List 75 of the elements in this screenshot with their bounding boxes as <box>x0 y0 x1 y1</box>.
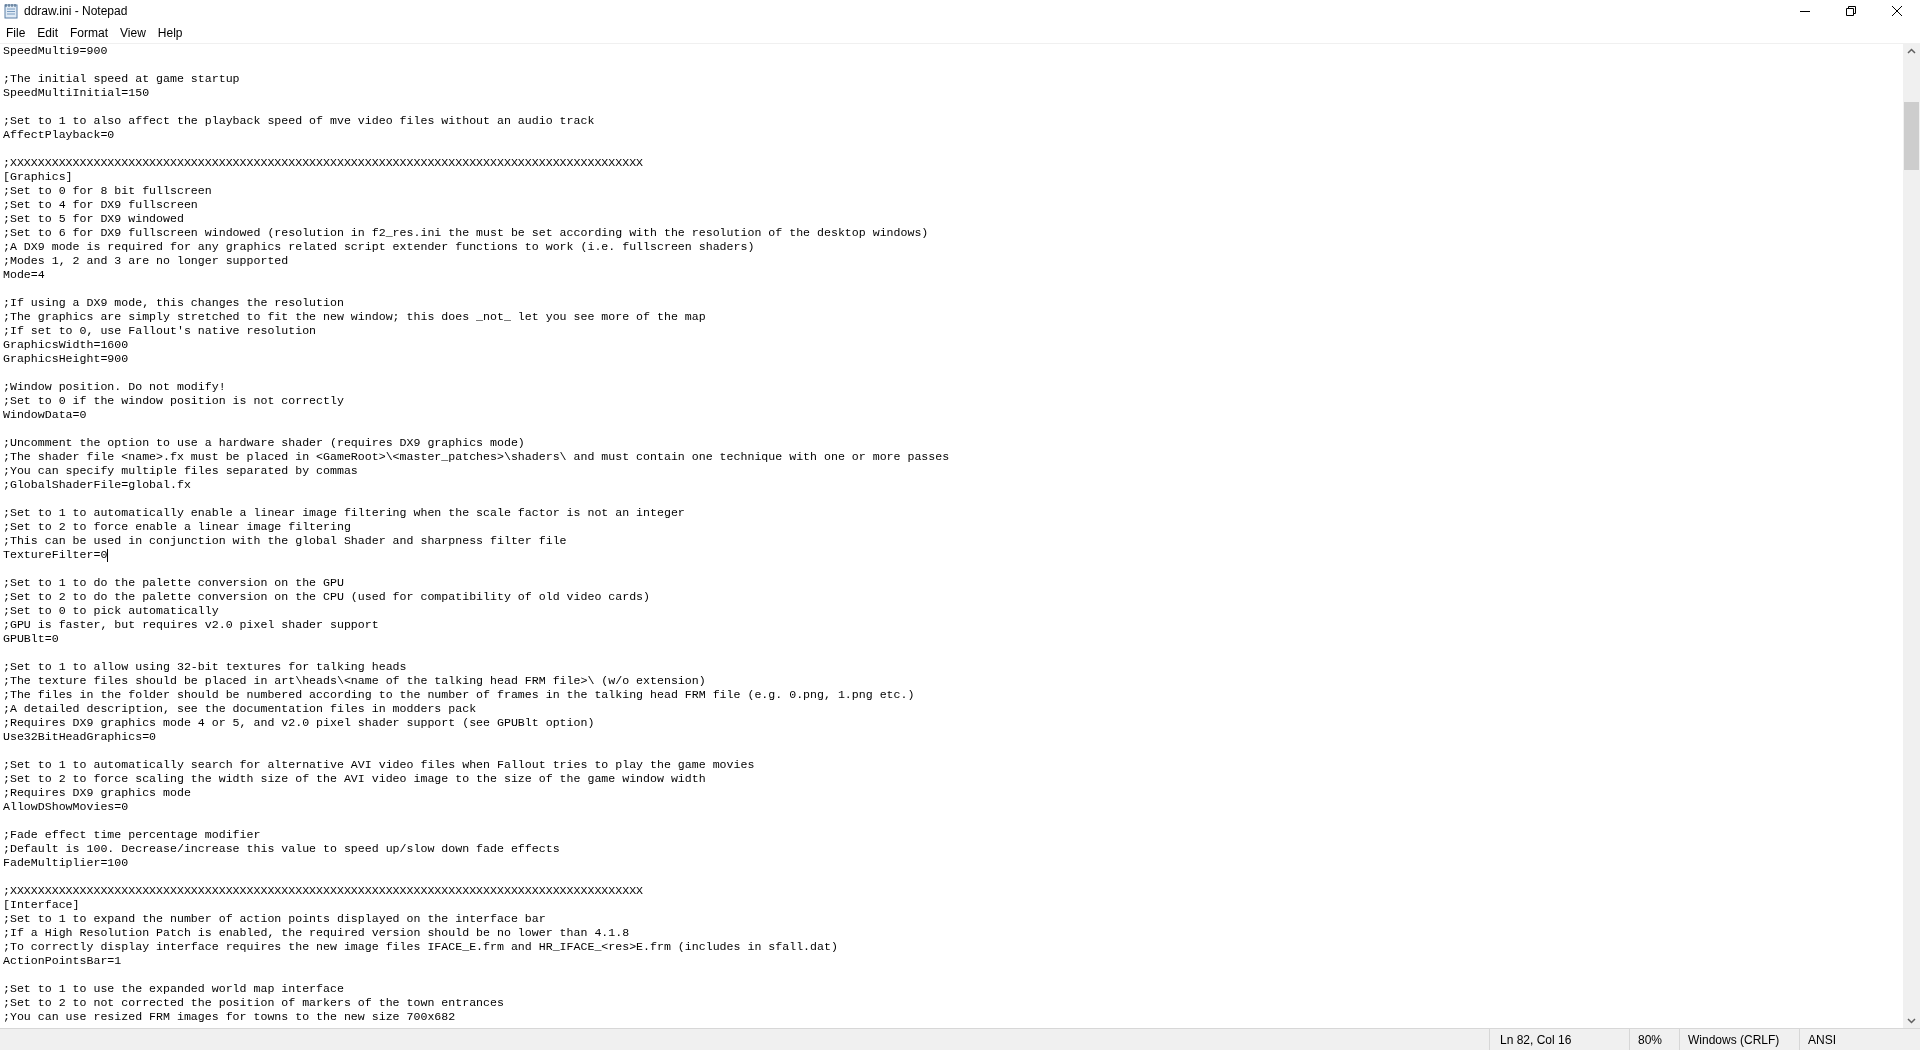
text-line: ;The shader file <name>.fx must be placed in <GameRoot>\<master_patches>\shaders\ and must contain one technique with one or more passes <box>3 450 950 464</box>
text-line: ;Set to 0 to pick automatically <box>3 604 219 618</box>
restore-icon <box>1846 6 1856 16</box>
text-line: AllowDShowMovies=0 <box>3 800 129 814</box>
close-icon <box>1892 6 1902 16</box>
encoding: ANSI <box>1808 1031 1836 1049</box>
text-line: TextureFilter=0 <box>3 548 108 562</box>
text-line: ;Set to 4 for DX9 fullscreen <box>3 198 198 212</box>
text-line: AffectPlayback=0 <box>3 128 115 142</box>
text-line: ;The graphics are simply stretched to fit the new window; this does _not_ let you see more of the map <box>3 310 706 324</box>
minimize-icon <box>1800 10 1810 12</box>
text-line: ;Set to 1 to automatically search for alternative AVI video files when Fallout tries to play the game movies <box>3 758 755 772</box>
text-line: FadeMultiplier=100 <box>3 856 129 870</box>
text-line: ;GPU is faster, but requires v2.0 pixel shader support <box>3 618 379 632</box>
text-line: ;Window position. Do not modify! <box>3 380 226 394</box>
text-line: ;Set to 2 to not corrected the position of markers of the town entrances <box>3 996 504 1010</box>
text-line: ;Default is 100. Decrease/increase this value to speed up/slow down fade effects <box>3 842 560 856</box>
line-endings: Windows (CRLF) <box>1688 1031 1780 1049</box>
menu-item[interactable]: View <box>114 22 152 43</box>
text-line: ;The texture files should be placed in art\heads\<name of the talking head FRM file>\ (w/o extension) <box>3 674 706 688</box>
text-line: ;Set to 1 to allow using 32-bit textures for talking heads <box>3 660 407 674</box>
scroll-up-icon[interactable] <box>1907 48 1916 54</box>
text-line: ;This can be used in conjunction with the global Shader and sharpness filter file <box>3 534 567 548</box>
text-line: ;Uncomment the option to use a hardware shader (requires DX9 graphics mode) <box>3 436 525 450</box>
scroll-down-icon[interactable] <box>1907 1018 1916 1024</box>
text-line: ;To correctly display interface requires the new image files IFACE_E.frm and HR_IFACE_<res>E.frm (includes in sfall.dat) <box>3 940 838 954</box>
text-line: SpeedMultiInitial=150 <box>3 86 150 100</box>
text-line: Use32BitHeadGraphics=0 <box>3 730 157 744</box>
scrollbar-thumb[interactable] <box>1904 102 1919 170</box>
text-line: ;GlobalShaderFile=global.fx <box>3 478 191 492</box>
text-line: ActionPointsBar=1 <box>3 954 122 968</box>
text-line: ;Set to 1 to do the palette conversion on the GPU <box>3 576 344 590</box>
text-line: ;Fade effect time percentage modifier <box>3 828 261 842</box>
text-line: GraphicsHeight=900 <box>3 352 129 366</box>
text-line: ;The files in the folder should be numbered according to the number of frames in the talking head FRM file (e.g. 0.png, 1.png etc.) <box>3 688 915 702</box>
text-line: ;You can use resized FRM images for towns to the new size 700x682 <box>3 1010 456 1024</box>
text-line: ;Set to 0 if the window position is not correctly <box>3 394 344 408</box>
menu-item[interactable]: Help <box>151 22 189 43</box>
text-line: ;Set to 1 to also affect the playback speed of mve video files without an audio track <box>3 114 595 128</box>
text-line: ;Modes 1, 2 and 3 are no longer supported <box>3 254 289 268</box>
window-title: ddraw.ini - Notepad <box>24 3 128 20</box>
cursor-position: Ln 82, Col 16 <box>1500 1031 1572 1049</box>
text-line: ;Set to 2 to do the palette conversion on the CPU (used for compatibility of old video cards) <box>3 590 651 604</box>
text-line: ;Set to 1 to use the expanded world map interface <box>3 982 344 996</box>
text-line: ;If using a DX9 mode, this changes the resolution <box>3 296 344 310</box>
text-line: ;Set to 2 to force scaling the width size of the AVI video image to the size of the game window width <box>3 772 706 786</box>
text-line: ;The initial speed at game startup <box>3 72 240 86</box>
text-line: ;Requires DX9 graphics mode <box>3 786 191 800</box>
menu-item[interactable]: Format <box>64 22 115 43</box>
zoom-level: 80% <box>1638 1031 1663 1049</box>
text-line: ;XXXXXXXXXXXXXXXXXXXXXXXXXXXXXXXXXXXXXXXXXXXXXXXXXXXXXXXXXXXXXXXXXXXXXXXXXXXXXXXXXXXXXXXXXXX <box>3 884 644 898</box>
text-line: GPUBlt=0 <box>3 632 59 646</box>
text-line: WindowData=0 <box>3 408 87 422</box>
text-line: Mode=4 <box>3 268 45 282</box>
text-line: ;Set to 6 for DX9 fullscreen windowed (resolution in f2_res.ini the must be set according with the resolution of the desktop windows) <box>3 226 929 240</box>
menu-item[interactable]: Edit <box>31 22 65 43</box>
text-line: ;A detailed description, see the documentation files in modders pack <box>3 702 477 716</box>
text-line: ;Requires DX9 graphics mode 4 or 5, and v2.0 pixel shader support (see GPUBlt option) <box>3 716 595 730</box>
text-line: ;A DX9 mode is required for any graphics related script extender functions to work (i.e. fullscreen shaders) <box>3 240 755 254</box>
menu-item[interactable]: File <box>0 22 32 43</box>
text-line: ;Set to 2 to force enable a linear image filtering <box>3 520 351 534</box>
text-line: ;XXXXXXXXXXXXXXXXXXXXXXXXXXXXXXXXXXXXXXXXXXXXXXXXXXXXXXXXXXXXXXXXXXXXXXXXXXXXXXXXXXXXXXXXXXX <box>3 156 644 170</box>
notepad-icon <box>3 3 19 19</box>
text-line: GraphicsWidth=1600 <box>3 338 129 352</box>
text-line: [Graphics] <box>3 170 73 184</box>
text-line: ;Set to 1 to automatically enable a linear image filtering when the scale factor is not an integer <box>3 506 685 520</box>
text-line: [Interface] <box>3 898 80 912</box>
text-line: ;Set to 0 for 8 bit fullscreen <box>3 184 212 198</box>
text-line: SpeedMulti9=900 <box>3 44 108 58</box>
text-line: ;Set to 1 to expand the number of action points displayed on the interface bar <box>3 912 546 926</box>
text-line: ;You can specify multiple files separated by commas <box>3 464 358 478</box>
text-line: ;If a High Resolution Patch is enabled, the required version should be no lower than 4.1.8 <box>3 926 630 940</box>
vertical-scrollbar[interactable] <box>1903 44 1920 1028</box>
text-line: ;If set to 0, use Fallout's native resolution <box>3 324 317 338</box>
text-line: ;Set to 5 for DX9 windowed <box>3 212 184 226</box>
